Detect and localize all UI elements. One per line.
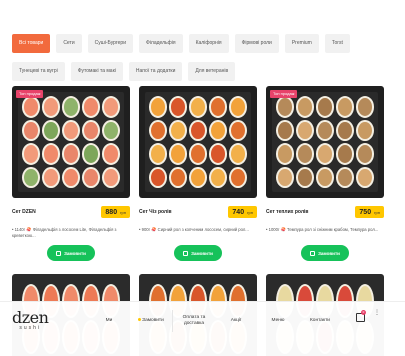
sushi-rolls-illustration <box>149 96 247 188</box>
currency: грн <box>120 209 126 215</box>
shopping-bag-icon <box>183 250 189 256</box>
filter-chip-sets[interactable]: Сети <box>56 34 82 53</box>
nav-about[interactable]: Ми <box>88 318 130 324</box>
nav-order[interactable]: Замовити <box>130 318 172 324</box>
product-card[interactable]: Топ продаж Сет DZEN 880 грн • 1140г 🍣 Фі… <box>12 86 130 261</box>
order-button-label: Замовити <box>318 250 340 256</box>
nav-promotions[interactable]: Акції <box>215 318 257 324</box>
product-card[interactable]: Сет Чіз ролів 740 грн • 900г 🍣 Сирний ро… <box>139 86 257 261</box>
filter-chip-veterans[interactable]: Для ветеранів <box>188 62 236 81</box>
product-name[interactable]: Сет Чіз ролів <box>139 209 172 215</box>
filter-chip-drinks[interactable]: Напої та додатки <box>128 62 183 81</box>
filter-chip-sushi-burgers[interactable]: Суші-Бургери <box>87 34 133 53</box>
product-price: 750 <box>359 208 372 216</box>
filter-chip-premium[interactable]: Premium <box>284 34 319 53</box>
filter-chip-california[interactable]: Каліфорнія <box>188 34 229 53</box>
price-tag: 750 грн <box>355 206 384 218</box>
order-button-label: Замовити <box>64 250 86 256</box>
category-filters: Всі товари Сети Суші-Бургери Філадельфія… <box>12 34 350 90</box>
currency: грн <box>247 209 253 215</box>
shopping-bag-icon <box>310 250 316 256</box>
top-sales-badge: Топ продаж <box>270 90 298 98</box>
cart-count-badge: 0 <box>361 310 366 315</box>
brand-logo[interactable]: dzen sushi <box>12 308 49 331</box>
product-image[interactable] <box>139 86 257 198</box>
filter-chip-torst[interactable]: Тоrst <box>324 34 350 53</box>
nav-contacts[interactable]: Контакти <box>299 318 341 324</box>
more-options-icon[interactable]: ⋮ <box>374 310 380 316</box>
filter-chip-futomaki[interactable]: Футомакі та макі <box>70 62 123 81</box>
currency: грн <box>374 209 380 215</box>
order-button-label: Замовити <box>191 250 213 256</box>
product-name[interactable]: Сет теплих ролів <box>266 209 308 215</box>
filter-chip-philadelphia[interactable]: Філадельфія <box>139 34 183 53</box>
order-button[interactable]: Замовити <box>174 245 222 261</box>
sushi-rolls-illustration <box>22 96 120 188</box>
shopping-bag-icon <box>56 250 62 256</box>
product-name[interactable]: Сет DZEN <box>12 209 36 215</box>
nav-menu-link[interactable]: Меню <box>257 318 299 324</box>
filter-row-1: Всі товари Сети Суші-Бургери Філадельфія… <box>12 34 350 53</box>
price-tag: 740 грн <box>228 206 257 218</box>
top-sales-badge: Топ продаж <box>16 90 44 98</box>
nav-menu: Ми Замовити Оплата та доставка Акції Мен… <box>88 310 341 332</box>
price-tag: 880 грн <box>101 206 130 218</box>
sushi-rolls-illustration <box>276 96 374 188</box>
product-image[interactable]: Топ продаж <box>12 86 130 198</box>
filter-chip-signature-rolls[interactable]: Фірмові роли <box>234 34 279 53</box>
filter-chip-all[interactable]: Всі товари <box>12 34 51 53</box>
order-dot-icon <box>138 318 142 321</box>
order-button[interactable]: Замовити <box>47 245 95 261</box>
bottom-navbar: dzen sushi Ми Замовити Оплата та доставк… <box>0 301 405 356</box>
product-description: • 1140г 🍣 Філадельфія з лососем Lite, Фі… <box>12 227 117 238</box>
product-description: • 1000г 🍣 Темпура рол зі сніжним крабом,… <box>266 227 379 232</box>
product-card[interactable]: Топ продаж Сет теплих ролів 750 грн • 10… <box>266 86 384 261</box>
nav-order-label: Замовити <box>142 318 164 323</box>
filter-chip-tuna-eel[interactable]: Тунецеві та вугрі <box>12 62 65 81</box>
order-button[interactable]: Замовити <box>301 245 349 261</box>
product-description: • 900г 🍣 Сирний рол з копченим лососем, … <box>139 227 249 232</box>
nav-payment-delivery[interactable]: Оплата та доставка <box>173 315 215 327</box>
product-price: 880 <box>105 208 118 216</box>
filter-row-2: Тунецеві та вугрі Футомакі та макі Напої… <box>12 62 347 81</box>
product-image[interactable]: Топ продаж <box>266 86 384 198</box>
product-price: 740 <box>232 208 245 216</box>
